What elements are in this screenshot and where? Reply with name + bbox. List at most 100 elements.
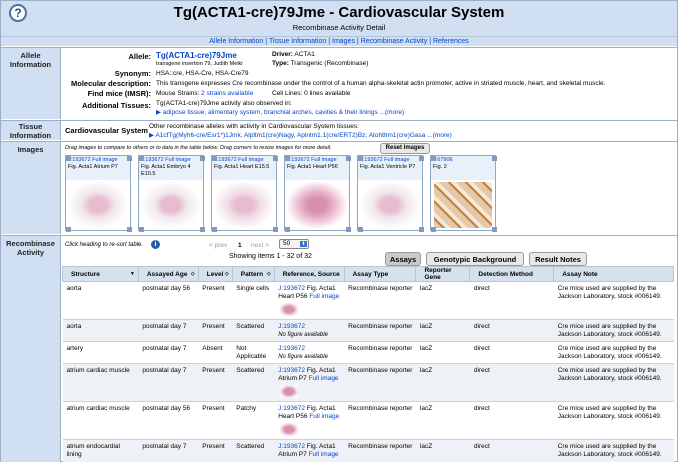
resize-handle[interactable] (492, 156, 497, 161)
thumbnail-image[interactable] (69, 182, 127, 228)
reference-link[interactable]: J:193672 (278, 367, 305, 374)
resize-handle[interactable] (66, 227, 71, 232)
column-header[interactable]: Assay Type (343, 266, 417, 282)
image-thumbnail[interactable]: J:193672 Full image Fig. Acta1 Heart P56 (284, 155, 351, 232)
thumbnail-full-image-link[interactable]: Full image (384, 157, 409, 163)
thumbnail-full-image-link[interactable]: Full image (165, 157, 190, 163)
cell-reference: J:193672 Fig. Acta1 Heart P56 Full image (274, 281, 345, 320)
thumbnail-image[interactable] (434, 182, 492, 228)
thumbnail-ref-id[interactable]: J:193672 (360, 157, 383, 163)
thumbnail-image[interactable] (361, 182, 419, 228)
strains-available-link[interactable]: 2 strains available (201, 90, 253, 97)
cell-note: Cre mice used are supplied by the Jackso… (553, 439, 674, 462)
resize-handle[interactable] (358, 156, 363, 161)
thumbnail-ref-id[interactable]: J:193672 (141, 157, 164, 163)
image-thumbnail[interactable]: J:193672 Full image Fig. Acta1 Embryo 4 E… (138, 155, 205, 232)
resize-handle[interactable] (66, 156, 71, 161)
reference-thumbnail-image[interactable] (280, 303, 299, 316)
cell-assay-type: Recombinase reporter (344, 401, 416, 440)
thumbnail-ref-id[interactable]: J:193672 (287, 157, 310, 163)
thumbnail-full-image-link[interactable]: Full image (238, 157, 263, 163)
column-header[interactable]: Reference, Source (273, 266, 345, 282)
nav-tissue-information[interactable]: Tissue Information (269, 38, 326, 45)
column-header-label: Pattern (240, 270, 264, 278)
resize-handle[interactable] (127, 227, 132, 232)
nav-images[interactable]: Images (332, 38, 355, 45)
reference-full-image-link[interactable]: Full image (309, 451, 339, 458)
image-thumbnail[interactable]: J:193672 Full image Fig. Acta1 Atrium P7 (65, 155, 132, 232)
page-size-select[interactable]: 50 ⬍ (279, 239, 309, 249)
prev-page-link[interactable]: < prev (209, 242, 227, 249)
column-header[interactable]: Structure ▼ (62, 266, 139, 282)
tab-genotypic-background[interactable]: Genotypic Background (426, 252, 524, 266)
thumbnail-image[interactable] (142, 182, 200, 228)
resize-handle[interactable] (139, 156, 144, 161)
expand-triangle-icon[interactable]: ▶ (156, 109, 161, 116)
reference-link[interactable]: J:193672 (278, 443, 305, 450)
cell-level: Present (198, 281, 233, 320)
resize-handle[interactable] (273, 156, 278, 161)
expand-triangle-icon[interactable]: ▶ (149, 132, 154, 139)
image-thumbnail[interactable]: J:193672 Full image Fig. Acta1 Ventricle … (357, 155, 424, 232)
reference-full-image-link[interactable]: Full image (309, 375, 339, 382)
thumbnail-caption-text: Fig. Acta1 Atrium P7 (68, 164, 118, 170)
tab-result-notes[interactable]: Result Notes (529, 252, 587, 266)
resize-handle[interactable] (346, 227, 351, 232)
other-alleles-links[interactable]: A1cfTg(Myh6-cre/Esr1*)1Jmk, Alpltm1(cre)… (155, 132, 425, 139)
resize-handle[interactable] (212, 156, 217, 161)
reference-full-image-link[interactable]: Full image (309, 413, 339, 420)
info-icon[interactable]: i (151, 240, 160, 249)
resize-handle[interactable] (200, 156, 205, 161)
reference-link[interactable]: J:193672 (278, 285, 305, 292)
nav-allele-information[interactable]: Allele Information (209, 38, 263, 45)
resize-handle[interactable] (285, 156, 290, 161)
column-header[interactable]: Reporter Gene (415, 266, 471, 282)
thumbnail-caption: J:193672 Full image Fig. Acta1 Ventricle … (358, 156, 422, 180)
resize-handle[interactable] (346, 156, 351, 161)
additional-tissues-links[interactable]: adipose tissue, alimentary system, branc… (163, 109, 378, 116)
resize-handle[interactable] (273, 227, 278, 232)
reference-link[interactable]: J:193672 (278, 323, 305, 330)
reference-thumbnail-image[interactable] (280, 385, 299, 398)
resize-handle[interactable] (431, 227, 436, 232)
column-header[interactable]: Assayed Age ◇ (137, 266, 199, 282)
reference-link[interactable]: J:193672 (278, 405, 305, 412)
thumbnail-image[interactable] (215, 182, 273, 228)
resize-handle[interactable] (419, 227, 424, 232)
allele-symbol-link[interactable]: Tg(ACTA1-cre)79Jme (156, 51, 237, 60)
image-thumbnail[interactable]: J:193672 Full image Fig. Acta1 Heart E15.… (211, 155, 278, 232)
resize-handle[interactable] (431, 156, 436, 161)
thumbnail-ref-id[interactable]: J:193672 (68, 157, 91, 163)
thumbnail-full-image-link[interactable]: Full image (92, 157, 117, 163)
reference-link[interactable]: J:193672 (278, 345, 305, 352)
tab-assays[interactable]: Assays (385, 252, 421, 266)
nav-recombinase-activity[interactable]: Recombinase Activity (361, 38, 428, 45)
reference-thumbnail-image[interactable] (280, 423, 299, 436)
thumbnail-image[interactable] (288, 182, 346, 228)
resize-handle[interactable] (212, 227, 217, 232)
column-header[interactable]: Detection Method (469, 266, 555, 282)
image-thumbnail[interactable]: J:67906 Fig. 2 (430, 155, 497, 232)
reset-images-button[interactable]: Reset Images (380, 143, 430, 154)
resize-handle[interactable] (419, 156, 424, 161)
cell-note: Cre mice used are supplied by the Jackso… (553, 281, 674, 320)
resize-handle[interactable] (139, 227, 144, 232)
sort-toggle-icon: ◇ (224, 270, 229, 277)
resize-handle[interactable] (492, 227, 497, 232)
resize-handle[interactable] (200, 227, 205, 232)
nav-references[interactable]: References (433, 38, 469, 45)
next-page-link[interactable]: next > (251, 242, 269, 249)
column-header[interactable]: Level ◇ (197, 266, 233, 282)
resize-handle[interactable] (285, 227, 290, 232)
other-alleles-more-link[interactable]: ...(more) (427, 132, 452, 139)
reference-full-image-link[interactable]: Full image (309, 293, 339, 300)
cell-structure: aorta (62, 319, 139, 342)
additional-tissues-more-link[interactable]: ...(more) (380, 109, 405, 116)
column-header[interactable]: Assay Note (553, 266, 674, 282)
column-header[interactable]: Pattern ◇ (231, 266, 275, 282)
cell-structure: atrium endocardial lining (62, 439, 139, 462)
thumbnail-ref-id[interactable]: J:193672 (214, 157, 237, 163)
resize-handle[interactable] (127, 156, 132, 161)
resize-handle[interactable] (358, 227, 363, 232)
thumbnail-full-image-link[interactable]: Full image (311, 157, 336, 163)
